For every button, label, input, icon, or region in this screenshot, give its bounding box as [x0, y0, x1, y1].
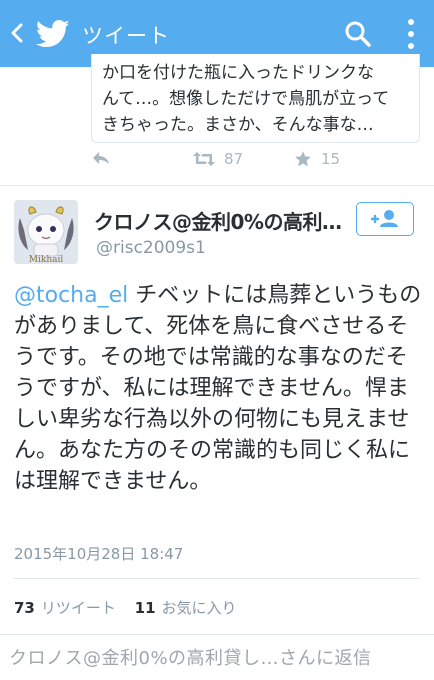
- search-icon[interactable]: [344, 20, 372, 48]
- tweet-stats: 73 リツイート 11 お気に入り: [14, 597, 237, 618]
- back-arrow-icon[interactable]: [6, 21, 28, 45]
- favorite-stat-label: お気に入り: [161, 599, 237, 617]
- avatar[interactable]: Mikhail: [14, 200, 78, 264]
- avatar-signature: Mikhail: [29, 255, 64, 264]
- tweet-text: @tocha_el チベットには鳥葬というものがありまして、死体を鳥に食べさせる…: [14, 280, 426, 497]
- reply-input[interactable]: クロノス@金利0%の高利貸し…さんに返信: [9, 644, 372, 670]
- retweet-icon: [193, 152, 215, 166]
- user-handle[interactable]: @risc2009s1: [96, 238, 206, 258]
- mention-link[interactable]: @tocha_el: [14, 283, 128, 308]
- page-title: ツイート: [82, 24, 170, 48]
- display-name[interactable]: クロノス@金利0%の高利貸し: [94, 206, 349, 235]
- follow-button[interactable]: [356, 202, 414, 236]
- retweet-stat[interactable]: 73 リツイート: [14, 599, 116, 617]
- overflow-menu-icon[interactable]: [404, 17, 418, 51]
- retweet-stat-label: リツイート: [40, 599, 116, 617]
- retweet-button[interactable]: 87: [192, 150, 243, 168]
- divider: [0, 185, 434, 186]
- retweet-count: 87: [224, 150, 244, 168]
- reply-icon: [93, 152, 109, 164]
- avatar-image: Mikhail: [14, 200, 78, 264]
- divider: [14, 578, 420, 579]
- favorite-count: 15: [321, 150, 341, 168]
- favorite-stat[interactable]: 11 お気に入り: [135, 599, 237, 617]
- quoted-tweet-card[interactable]: か口を付けた瓶に入ったドリンクな んて…。想像しただけで鳥肌が立って きちゃった…: [91, 54, 420, 143]
- favorite-button[interactable]: 15: [294, 150, 340, 168]
- reply-button[interactable]: [92, 150, 110, 166]
- star-icon: [295, 151, 311, 167]
- tweet-timestamp: 2015年10月28日 18:47: [14, 545, 184, 563]
- tweet-actions: 87 15: [0, 150, 434, 176]
- retweet-stat-count: 73: [14, 599, 35, 617]
- quoted-tweet-text: か口を付けた瓶に入ったドリンクな んて…。想像しただけで鳥肌が立って きちゃった…: [102, 63, 390, 135]
- divider: [0, 634, 434, 635]
- tweet-body: チベットには鳥葬というものがありまして、死体を鳥に食べさせるそうです。その地では…: [14, 283, 422, 494]
- add-user-icon: [370, 209, 398, 227]
- twitter-bird-icon: [36, 19, 70, 48]
- favorite-stat-count: 11: [134, 599, 156, 617]
